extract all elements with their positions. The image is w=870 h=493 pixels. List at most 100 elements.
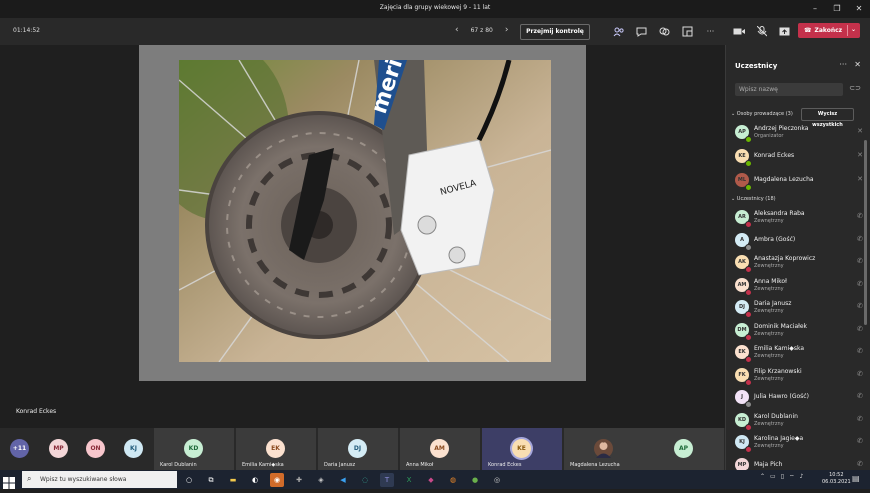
participant-bubble[interactable]: MP <box>49 439 68 458</box>
mic-icon[interactable]: ✆ <box>857 257 863 265</box>
participant-name: Julia Hawro (Gość) <box>754 393 809 400</box>
participant-row[interactable]: J Julia Hawro (Gość) ✆ <box>735 387 863 408</box>
video-tile[interactable]: AM Anna Mikoł <box>400 428 480 470</box>
minimize-icon[interactable]: – <box>804 0 826 18</box>
mic-icon[interactable]: ✕ <box>857 175 863 183</box>
share-link-icon[interactable]: ⊂⊃ <box>849 84 861 92</box>
participant-row[interactable]: DJ Daria Janusz Zewnętrzny ✆ <box>735 297 863 318</box>
excel-icon[interactable]: X <box>402 473 416 487</box>
chrome-icon[interactable]: ◉ <box>270 473 284 487</box>
more-options-icon[interactable]: ··· <box>704 25 717 38</box>
participant-row[interactable]: ML Magdalena Lezucha ✕ <box>735 170 863 191</box>
rooms-icon[interactable] <box>681 25 694 38</box>
participant-name: Anna Mikoł <box>754 277 787 285</box>
taskbar-search-input[interactable]: Wpisz tu wyszukiwane słowa <box>22 471 177 488</box>
camera-icon[interactable] <box>732 25 745 38</box>
mic-icon[interactable]: ✕ <box>857 127 863 135</box>
participant-bubble[interactable]: KJ <box>124 439 143 458</box>
firefox-icon[interactable]: ◍ <box>446 473 460 487</box>
vscode-icon[interactable]: ◀ <box>336 473 350 487</box>
participant-name: Konrad Eckes <box>754 152 795 159</box>
mic-icon[interactable]: ✆ <box>857 392 863 400</box>
participant-row[interactable]: KE Konrad Eckes ✕ <box>735 146 863 167</box>
attendees-header[interactable]: ⌄ Uczestnicy (18) <box>731 196 776 202</box>
video-tile[interactable]: DJ Daria Janusz <box>318 428 398 470</box>
reactions-icon[interactable] <box>658 25 671 38</box>
mute-all-button[interactable]: Wycisz wszystkich <box>801 108 854 128</box>
app-icon[interactable]: ◈ <box>314 473 328 487</box>
mic-icon[interactable]: ✆ <box>857 325 863 333</box>
taskbar-clock[interactable]: 10:52 06.03.2021 <box>822 472 851 486</box>
more-options-icon[interactable]: ··· <box>839 60 847 69</box>
network-icon[interactable]: ▭ <box>770 473 776 481</box>
file-explorer-icon[interactable]: ▬ <box>226 473 240 487</box>
participant-row[interactable]: AR Aleksandra Raba Zewnętrzny ✆ <box>735 207 863 228</box>
participant-row[interactable]: EK Emilia Kami◆ska Zewnętrzny ✆ <box>735 342 863 363</box>
mic-icon[interactable]: ✆ <box>857 212 863 220</box>
task-view-icon[interactable]: ⧉ <box>204 473 218 487</box>
notifications-icon[interactable]: ▤ <box>852 474 860 483</box>
video-tile[interactable]: EK Emilia Kami◆ska <box>236 428 316 470</box>
participant-bubble[interactable]: ON <box>86 439 105 458</box>
presence-dot <box>745 288 752 296</box>
maximize-icon[interactable]: ❐ <box>826 0 848 18</box>
edge-icon[interactable]: ◌ <box>358 473 372 487</box>
participant-row[interactable]: KJ Karolina Jagie◆a Zewnętrzny ✆ <box>735 432 863 453</box>
cortana-icon[interactable]: ○ <box>182 473 196 487</box>
close-icon[interactable]: ✕ <box>854 60 861 69</box>
participant-row[interactable]: FK Filip Krzanowski Zewnętrzny ✆ <box>735 365 863 386</box>
participant-row[interactable]: AK Anastazja Koprowicz Zewnętrzny ✆ <box>735 252 863 273</box>
wifi-icon[interactable]: ⌔ <box>789 473 795 481</box>
take-control-button[interactable]: Przejmij kontrolę <box>520 24 590 40</box>
video-tile[interactable]: AP <box>644 428 724 470</box>
participant-row[interactable]: AM Anna Mikoł Zewnętrzny ✆ <box>735 275 863 296</box>
chat-icon[interactable] <box>635 25 648 38</box>
mic-icon[interactable]: ✆ <box>857 415 863 423</box>
video-tile[interactable]: Magdalena Lezucha <box>564 428 644 470</box>
participant-search-input[interactable]: Wpisz nazwę <box>735 83 843 96</box>
teams-icon[interactable]: T <box>380 473 394 487</box>
participant-row[interactable]: DM Dominik Maciałek Zewnętrzny ✆ <box>735 320 863 341</box>
title-bar: Zajęcia dla grupy wiekowej 9 - 11 lat – … <box>0 0 870 18</box>
close-window-icon[interactable]: ✕ <box>848 0 870 18</box>
app-icon[interactable]: ◆ <box>424 473 438 487</box>
video-tile-active-speaker[interactable]: KE Konrad Eckes <box>482 428 562 470</box>
slide-counter: 67 z 80 <box>470 26 493 34</box>
end-call-button[interactable]: ☎ Zakończ ⌄ <box>798 23 860 38</box>
mic-icon[interactable]: ✕ <box>857 151 863 159</box>
mic-icon[interactable]: ✆ <box>857 235 863 243</box>
presence-dot <box>745 243 752 251</box>
video-tile[interactable]: KD Karol Dublanin <box>154 428 234 470</box>
participant-row[interactable]: KD Karol Dublanin Zewnętrzny ✆ <box>735 410 863 431</box>
participant-role: Zewnętrzny <box>754 353 784 359</box>
app-icon[interactable]: ◎ <box>490 473 504 487</box>
participants-icon[interactable] <box>612 25 625 38</box>
chevron-down-icon[interactable]: ⌄ <box>851 26 856 33</box>
participant-row[interactable]: A Ambra (Gość) ✆ <box>735 230 863 251</box>
mic-icon[interactable]: ✆ <box>857 280 863 288</box>
app-icon[interactable]: ✚ <box>292 473 306 487</box>
prev-slide-icon[interactable]: ‹ <box>455 25 459 35</box>
more-participants-bubble[interactable]: +11 <box>10 439 29 458</box>
next-slide-icon[interactable]: › <box>505 25 509 35</box>
participant-role: Zewnętrzny <box>754 218 784 224</box>
presenters-header[interactable]: ⌄ Osoby prowadzące (3) <box>731 111 793 117</box>
mic-icon[interactable]: ✆ <box>857 302 863 310</box>
mic-icon[interactable]: ✆ <box>857 437 863 445</box>
app-icon[interactable]: ◐ <box>248 473 262 487</box>
windows-start-icon[interactable] <box>3 474 15 493</box>
mic-muted-icon[interactable] <box>755 25 768 38</box>
end-call-label: Zakończ <box>814 27 843 34</box>
mic-icon[interactable]: ✆ <box>857 460 863 468</box>
share-screen-icon[interactable] <box>778 25 791 38</box>
volume-icon[interactable]: ♪ <box>800 473 804 481</box>
presence-dot <box>745 311 752 318</box>
mic-icon[interactable]: ✆ <box>857 370 863 378</box>
chevron-up-icon[interactable]: ⌃ <box>760 473 765 481</box>
slide-pager: ‹ 67 z 80 › <box>455 25 508 35</box>
mic-icon[interactable]: ✆ <box>857 347 863 355</box>
participant-row[interactable]: AP Andrzej Pieczonka Organizator ✕ <box>735 122 863 143</box>
panel-scrollbar[interactable] <box>864 140 867 325</box>
app-icon[interactable]: ● <box>468 473 482 487</box>
battery-icon[interactable]: ▯ <box>781 473 784 481</box>
